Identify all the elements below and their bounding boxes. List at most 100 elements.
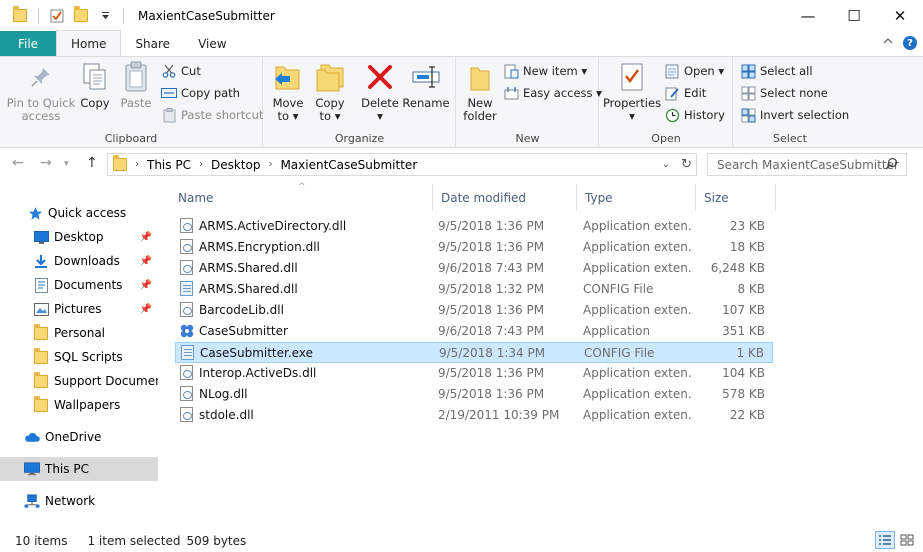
- collapse-ribbon-icon[interactable]: [883, 36, 893, 50]
- file-size: 1 KB: [736, 346, 764, 360]
- breadcrumb-maxient[interactable]: MaxientCaseSubmitter: [280, 158, 417, 172]
- tab-file[interactable]: File: [0, 31, 56, 56]
- select-none-button[interactable]: Select none: [740, 83, 828, 103]
- file-row[interactable]: NLog.dll 9/5/2018 1:36 PM Application exte…: [175, 384, 773, 405]
- edit-pencil-icon: [664, 85, 680, 101]
- column-header-date[interactable]: Date modified: [433, 184, 577, 211]
- nav-quick-access[interactable]: Quick access: [0, 201, 158, 225]
- folder-icon: [33, 323, 49, 341]
- file-type: Application exten...: [583, 261, 693, 275]
- properties-check-icon[interactable]: [48, 7, 66, 25]
- close-button[interactable]: ✕: [877, 0, 923, 31]
- file-row[interactable]: ARMS.ActiveDirectory.dll 9/5/2018 1:36 PM…: [175, 216, 773, 237]
- search-input[interactable]: Search MaxientCaseSubmitter: [707, 153, 907, 176]
- nav-onedrive[interactable]: OneDrive: [0, 425, 158, 449]
- address-dropdown-chevron-icon[interactable]: ⌄: [662, 159, 670, 170]
- new-item-icon: [503, 63, 519, 79]
- nav-item-documents[interactable]: Documents 📌: [0, 273, 158, 297]
- tab-share[interactable]: Share: [121, 31, 184, 56]
- address-bar[interactable]: › This PC › Desktop › MaxientCaseSubmitt…: [107, 153, 697, 176]
- paste-shortcut-button[interactable]: Paste shortcut: [161, 105, 263, 125]
- nav-this-pc[interactable]: This PC: [0, 457, 158, 481]
- copy-path-button[interactable]: Copy path: [161, 83, 240, 103]
- large-icons-view-icon[interactable]: [897, 531, 917, 549]
- delete-button[interactable]: Delete ▾: [360, 61, 400, 123]
- pin-icon[interactable]: 📌: [140, 232, 152, 243]
- details-view-icon[interactable]: [875, 531, 895, 549]
- up-arrow-icon[interactable]: ↑: [86, 155, 98, 171]
- star-icon: [27, 205, 43, 221]
- breadcrumb-separator-icon[interactable]: ›: [268, 159, 272, 170]
- nav-item-downloads[interactable]: Downloads 📌: [0, 249, 158, 273]
- column-header-name[interactable]: Name: [170, 184, 433, 211]
- easy-access-button[interactable]: Easy access ▾: [503, 83, 602, 103]
- invert-selection-icon: [740, 107, 756, 123]
- nav-item-sql-scripts[interactable]: SQL Scripts: [0, 345, 158, 369]
- history-button[interactable]: History: [664, 105, 725, 125]
- breadcrumb-this-pc[interactable]: This PC: [147, 158, 191, 172]
- file-row[interactable]: ARMS.Shared.dll 9/5/2018 1:32 PM CONFIG Fi…: [175, 279, 773, 300]
- folder-icon: [33, 371, 49, 389]
- customize-toolbar-chevron-icon[interactable]: [96, 7, 114, 25]
- breadcrumb-separator-icon[interactable]: ›: [199, 159, 203, 170]
- cut-button[interactable]: Cut: [161, 61, 201, 81]
- file-name: Interop.ActiveDs.dll: [199, 366, 317, 380]
- copy-path-icon: [161, 85, 177, 101]
- file-row[interactable]: ARMS.Shared.dll 9/6/2018 7:43 PM Applicati…: [175, 258, 773, 279]
- help-icon[interactable]: ?: [903, 36, 917, 50]
- copy-to-button[interactable]: Copy to ▾: [312, 61, 348, 123]
- new-folder-icon[interactable]: [72, 6, 90, 25]
- nav-item-pictures[interactable]: Pictures 📌: [0, 297, 158, 321]
- dll-file-icon: [179, 365, 195, 381]
- new-folder-button[interactable]: New folder: [461, 61, 499, 123]
- pin-to-quick-access-button[interactable]: Pin to Quick access: [6, 61, 76, 123]
- nav-item-support-documents[interactable]: Support Documents: [0, 369, 158, 393]
- nav-item-desktop[interactable]: Desktop 📌: [0, 225, 158, 249]
- breadcrumb-desktop[interactable]: Desktop: [211, 158, 261, 172]
- file-row[interactable]: BarcodeLib.dll 9/5/2018 1:36 PM Applicatio…: [175, 300, 773, 321]
- maximize-button[interactable]: ☐: [831, 0, 877, 31]
- move-to-button[interactable]: Move to ▾: [270, 61, 306, 123]
- new-item-button[interactable]: New item ▾: [503, 61, 587, 81]
- search-icon[interactable]: [885, 157, 898, 173]
- file-row[interactable]: stdole.dll 2/19/2011 10:39 PM Application …: [175, 405, 773, 426]
- file-size: 6,248 KB: [710, 261, 765, 275]
- properties-button[interactable]: Properties ▾: [603, 61, 661, 123]
- paste-button[interactable]: Paste: [118, 61, 154, 110]
- nav-network[interactable]: Network: [0, 489, 158, 513]
- pin-icon[interactable]: 📌: [140, 304, 152, 315]
- invert-selection-button[interactable]: Invert selection: [740, 105, 849, 125]
- nav-item-wallpapers[interactable]: Wallpapers: [0, 393, 158, 417]
- forward-arrow-icon[interactable]: →: [40, 155, 52, 171]
- edit-button[interactable]: Edit: [664, 83, 706, 103]
- pin-icon[interactable]: 📌: [140, 280, 152, 291]
- file-size: 351 KB: [722, 324, 765, 338]
- tab-home[interactable]: Home: [56, 30, 122, 56]
- pin-icon[interactable]: 📌: [140, 256, 152, 267]
- file-row[interactable]: Interop.ActiveDs.dll 9/5/2018 1:36 PM Appl…: [175, 363, 773, 384]
- new-group-label: New: [515, 132, 540, 145]
- minimize-button[interactable]: —: [785, 0, 831, 31]
- file-row[interactable]: CaseSubmitter 9/6/2018 7:43 PM Application…: [175, 321, 773, 342]
- rename-button[interactable]: Rename: [402, 61, 450, 110]
- select-all-button[interactable]: Select all: [740, 61, 813, 81]
- file-row[interactable]: CaseSubmitter.exe 9/5/2018 1:34 PM CONFIG …: [175, 342, 773, 363]
- column-header-size[interactable]: Size: [696, 184, 776, 211]
- file-row[interactable]: ARMS.Encryption.dll 9/5/2018 1:36 PM Appli…: [175, 237, 773, 258]
- file-size: 578 KB: [722, 387, 765, 401]
- file-date-modified: 9/5/2018 1:36 PM: [438, 219, 545, 233]
- copy-button[interactable]: Copy: [78, 61, 112, 110]
- open-button[interactable]: Open ▾: [664, 61, 724, 81]
- dll-file-icon: [179, 302, 195, 318]
- refresh-icon[interactable]: ↻: [681, 157, 692, 172]
- file-name: ARMS.Encryption.dll: [199, 240, 320, 254]
- breadcrumb-separator-icon[interactable]: ›: [135, 159, 139, 170]
- file-name: CaseSubmitter: [199, 324, 288, 338]
- back-arrow-icon[interactable]: ←: [12, 155, 24, 171]
- file-size: 22 KB: [729, 408, 765, 422]
- column-header-type[interactable]: Type: [577, 184, 696, 211]
- tab-view[interactable]: View: [184, 31, 240, 56]
- recent-locations-chevron-icon[interactable]: ▾: [64, 159, 69, 169]
- file-type: Application exten...: [583, 387, 693, 401]
- nav-item-personal[interactable]: Personal: [0, 321, 158, 345]
